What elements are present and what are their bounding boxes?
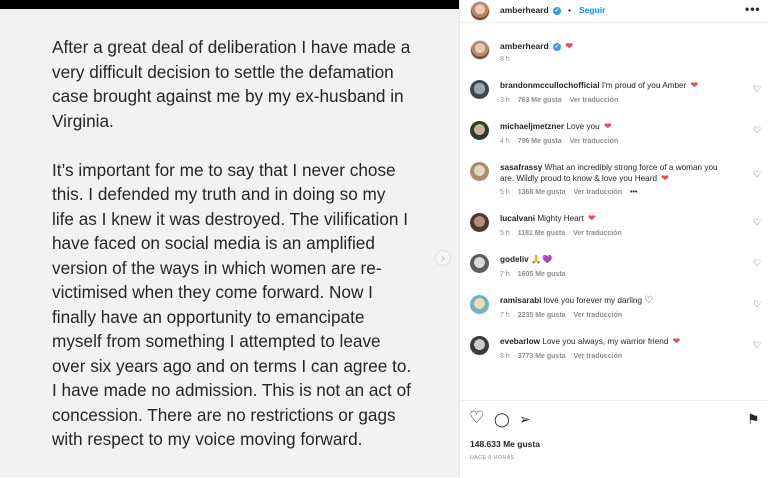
see-translation-link[interactable]: Ver traducción (570, 97, 619, 104)
comment-time: 7 h (500, 271, 510, 278)
post-text: After a great deal of deliberation I hav… (52, 35, 412, 476)
comment-username[interactable]: michaeljmetzner (500, 122, 564, 131)
comment-like-heart-icon[interactable]: ♡ (753, 341, 762, 350)
comment-avatar[interactable] (470, 254, 489, 273)
comment-username[interactable]: lucalvani (500, 214, 535, 223)
red-heart-emoji-icon: ❤ (565, 41, 573, 52)
share-paper-plane-icon[interactable]: ➢ (519, 412, 531, 427)
red-heart-emoji-icon: ❤ (690, 80, 699, 91)
see-translation-link[interactable]: Ver traducción (573, 230, 622, 237)
comment-text: lucalvani Mighty Heart ❤ (500, 214, 732, 225)
comment-message: Love you always, my warrior friend (542, 337, 671, 346)
comment-likes[interactable]: 1605 Me gusta (518, 271, 566, 278)
chevron-right-icon: › (441, 251, 445, 265)
top-bar (0, 0, 459, 9)
white-heart-emoji-icon: ♡ (644, 295, 654, 306)
comment-likes[interactable]: 2235 Me gusta (518, 312, 566, 319)
likes-count[interactable]: 148.633 Me gusta (470, 439, 540, 449)
comment-like-heart-icon[interactable]: ♡ (753, 218, 762, 227)
verified-badge-icon: ✓ (553, 42, 562, 51)
save-bookmark-icon[interactable]: ⚑ (747, 412, 760, 427)
caption-timestamp: 8 h (500, 56, 510, 63)
post-timestamp: HACE 8 HORAS (470, 455, 515, 461)
comment-text: evebarlow Love you always, my warrior fr… (500, 337, 732, 348)
comment-message: Mighty Heart (537, 214, 587, 223)
comment-message: love you forever my darling (543, 296, 645, 305)
comment-avatar[interactable] (470, 121, 489, 140)
comment-meta: 3 h 763 Me gusta Ver traducción (500, 97, 624, 104)
like-heart-icon[interactable]: ♡ (469, 409, 484, 426)
header-separator: • (568, 5, 571, 15)
comment-message: I'm proud of you Amber (601, 81, 689, 90)
red-heart-emoji-icon: ❤ (672, 336, 681, 347)
caption-username: amberheard (500, 41, 549, 51)
comment-text: michaeljmetzner Love you ❤ (500, 122, 732, 133)
comment-meta: 7 h 2235 Me gusta Ver traducción (500, 312, 628, 319)
comment-text: sasafrassy What an incredibly strong for… (500, 163, 732, 184)
red-heart-emoji-icon: ❤ (661, 172, 669, 183)
comment-time: 5 h (500, 189, 510, 196)
comment-meta: 8 h 3773 Me gusta Ver traducción (500, 353, 628, 360)
header-username: amberheard (500, 5, 549, 15)
comment-like-heart-icon[interactable]: ♡ (753, 259, 762, 268)
post-actions: ♡ ◯ ➢ ⚑ 148.633 Me gusta HACE 8 HORAS (460, 400, 768, 478)
comment-time: 8 h (500, 353, 510, 360)
purple-heart-emoji-icon: 💜 (542, 255, 553, 264)
red-heart-emoji-icon: ❤ (603, 121, 612, 132)
see-translation-link[interactable]: Ver traducción (574, 312, 623, 319)
avatar[interactable] (470, 1, 490, 21)
comment-like-heart-icon[interactable]: ♡ (753, 170, 762, 179)
next-slide-button[interactable]: › (435, 250, 451, 266)
comment-meta: 4 h 796 Me gusta Ver traducción (500, 138, 624, 145)
verified-badge-icon: ✓ (553, 6, 562, 15)
post-image: After a great deal of deliberation I hav… (0, 9, 459, 477)
comment-meta: 7 h 1605 Me gusta (500, 271, 572, 278)
comment-likes[interactable]: 3773 Me gusta (518, 353, 566, 360)
see-translation-link[interactable]: Ver traducción (574, 353, 623, 360)
comment-avatar[interactable] (470, 80, 489, 99)
comment-text: ramisarabi love you forever my darling ♡ (500, 295, 732, 307)
comment-text: godeliv 🙏💜 (500, 255, 732, 266)
comment-bubble-icon[interactable]: ◯ (494, 412, 510, 427)
post-paragraph-1: After a great deal of deliberation I hav… (52, 37, 411, 131)
comment-time: 4 h (500, 138, 510, 145)
comment-avatar[interactable] (470, 213, 489, 232)
post-sidebar: amberheard ✓ • Seguir ••• amberheard ✓ ❤… (459, 0, 768, 477)
comment-like-heart-icon[interactable]: ♡ (753, 300, 762, 309)
comment-like-heart-icon[interactable]: ♡ (753, 85, 762, 94)
comment-likes[interactable]: 1181 Me gusta (518, 230, 565, 237)
comment-username[interactable]: godeliv (500, 255, 529, 264)
comment-message: Love you (566, 122, 602, 131)
comment-meta: 5 h 1368 Me gusta Ver traducción ••• (500, 189, 643, 196)
comment-time: 7 h (500, 312, 510, 319)
comment-avatar[interactable] (470, 336, 489, 355)
comment-username[interactable]: brandonmccullochofficial (500, 81, 600, 90)
comment-text: brandonmccullochofficial I'm proud of yo… (500, 81, 732, 92)
praying-hands-emoji-icon: 🙏 (530, 255, 542, 264)
comment-likes[interactable]: 763 Me gusta (518, 97, 562, 104)
comment-time: 5 h (500, 230, 510, 237)
comment-time: 3 h (500, 97, 510, 104)
follow-button[interactable]: Seguir (579, 5, 605, 15)
post-paragraph-2: It’s important for me to say that I neve… (52, 159, 412, 450)
post-header: amberheard ✓ • Seguir ••• (460, 0, 768, 23)
comment-username[interactable]: evebarlow (500, 337, 540, 346)
caption-username-link[interactable]: amberheard ✓ ❤ (500, 41, 573, 51)
comment-username[interactable]: sasafrassy (500, 163, 542, 172)
comment-like-heart-icon[interactable]: ♡ (753, 126, 762, 135)
see-translation-link[interactable]: Ver traducción (574, 189, 623, 196)
comment-avatar[interactable] (470, 295, 489, 314)
caption-avatar[interactable] (470, 40, 490, 60)
comment-username[interactable]: ramisarabi (500, 296, 541, 305)
header-username-link[interactable]: amberheard ✓ (500, 5, 562, 15)
comment-meta: 5 h 1181 Me gusta Ver traducción (500, 230, 628, 237)
comment-options-icon[interactable]: ••• (630, 189, 637, 196)
more-options-icon[interactable]: ••• (745, 2, 761, 16)
comment-likes[interactable]: 1368 Me gusta (518, 189, 566, 196)
comment-avatar[interactable] (470, 162, 489, 181)
see-translation-link[interactable]: Ver traducción (570, 138, 619, 145)
red-heart-emoji-icon: ❤ (588, 213, 596, 224)
comment-likes[interactable]: 796 Me gusta (518, 138, 562, 145)
